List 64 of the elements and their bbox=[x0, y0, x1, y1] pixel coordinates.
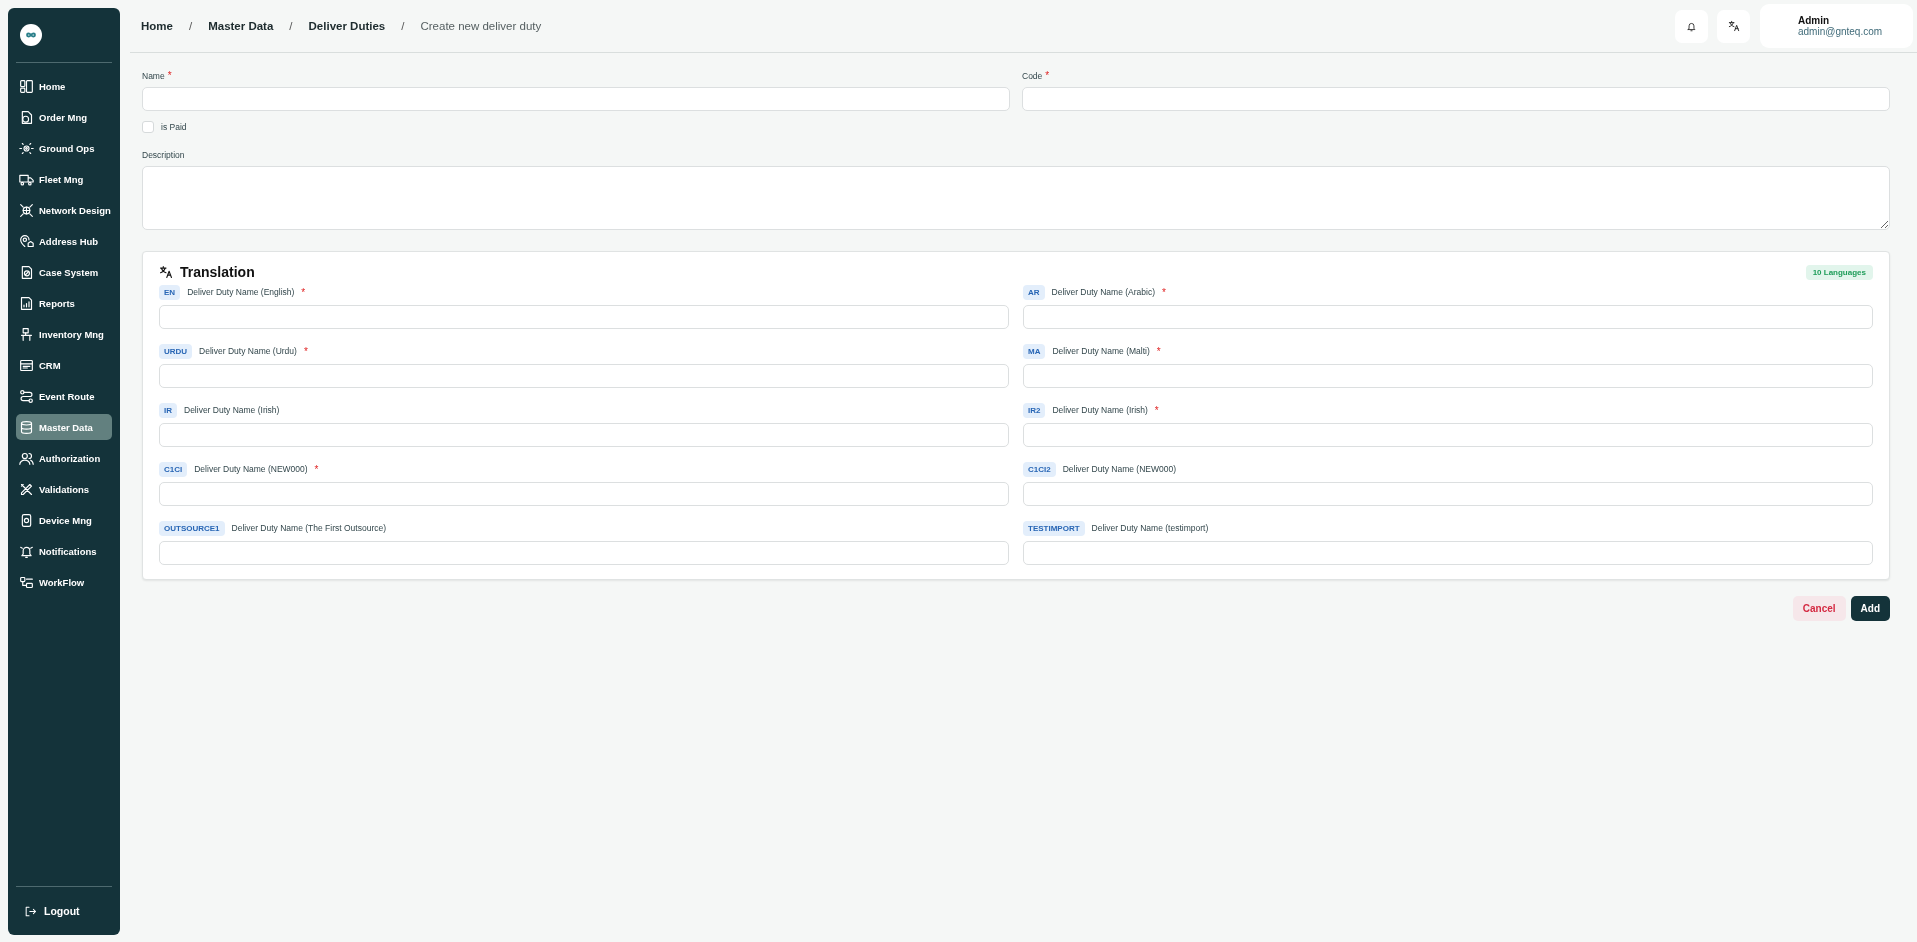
sidebar-item[interactable]: Home bbox=[16, 73, 112, 99]
language-code-tag: C1CI2 bbox=[1023, 461, 1056, 477]
required-mark: * bbox=[303, 345, 308, 357]
field-label: Deliver Duty Name (Irish) bbox=[1052, 405, 1148, 415]
field-label: Deliver Duty Name (The First Outsource) bbox=[231, 523, 386, 533]
field-label: Deliver Duty Name (Urdu) bbox=[199, 346, 297, 356]
sidebar-item[interactable]: Notifications bbox=[16, 538, 112, 564]
breadcrumb-separator: / bbox=[188, 20, 193, 32]
cancel-button[interactable]: Cancel bbox=[1792, 596, 1846, 621]
logout-button[interactable]: Logout bbox=[16, 904, 88, 918]
breadcrumb-link[interactable]: Deliver Duties bbox=[308, 20, 386, 32]
sidebar-item[interactable]: Reports bbox=[16, 290, 112, 316]
required-mark: * bbox=[301, 286, 306, 298]
field-label: Deliver Duty Name (English) bbox=[187, 287, 295, 297]
field-label: Deliver Duty Name (Irish) bbox=[184, 405, 280, 415]
field-label: Deliver Duty Name (Arabic) bbox=[1051, 287, 1155, 297]
user-card[interactable]: Admin admin@gnteq.com bbox=[1760, 4, 1913, 48]
breadcrumb-separator: / bbox=[289, 20, 293, 32]
breadcrumb-current: Create new deliver duty bbox=[420, 20, 542, 32]
sidebar-item[interactable]: Case System bbox=[16, 259, 112, 285]
sidebar-item[interactable]: Validations bbox=[16, 476, 112, 502]
language-code-tag: MA bbox=[1023, 343, 1046, 359]
sidebar-item[interactable]: Ground Ops bbox=[16, 135, 112, 161]
sidebar-item[interactable]: Fleet Mng bbox=[16, 166, 112, 192]
language-code-tag: C1CI bbox=[159, 461, 188, 477]
required-mark: * bbox=[1045, 70, 1050, 81]
sidebar-item[interactable]: Inventory Mng bbox=[16, 321, 112, 347]
sidebar-item[interactable]: Order Mng bbox=[16, 104, 112, 130]
breadcrumb-link[interactable]: Home bbox=[141, 20, 173, 32]
language-code-tag: URDU bbox=[159, 343, 193, 359]
checkbox-label: is Paid bbox=[161, 122, 187, 132]
sidebar-item[interactable]: WorkFlow bbox=[16, 569, 112, 595]
sidebar-item[interactable]: Master Data bbox=[16, 414, 112, 440]
breadcrumb-separator: / bbox=[401, 20, 405, 32]
field-label: Deliver Duty Name (Malti) bbox=[1052, 346, 1150, 356]
sidebar-item[interactable]: Network Design bbox=[16, 197, 112, 223]
language-code-tag: TESTIMPORT bbox=[1023, 520, 1085, 536]
field-label: Deliver Duty Name (testimport) bbox=[1091, 523, 1209, 533]
sidebar-item[interactable]: Authorization bbox=[16, 445, 112, 471]
sidebar-item[interactable]: Device Mng bbox=[16, 507, 112, 533]
required-mark: * bbox=[1156, 345, 1161, 357]
required-mark: * bbox=[167, 70, 172, 81]
field-label: Deliver Duty Name (NEW000) bbox=[1062, 464, 1177, 474]
language-code-tag: IR2 bbox=[1023, 402, 1046, 418]
required-mark: * bbox=[314, 463, 319, 475]
language-code-tag: IR bbox=[159, 402, 177, 418]
field-label: Name bbox=[142, 70, 165, 81]
sidebar-item[interactable]: CRM bbox=[16, 352, 112, 378]
sidebar-item[interactable]: Event Route bbox=[16, 383, 112, 409]
breadcrumb-link[interactable]: Master Data bbox=[208, 20, 274, 32]
user-email: admin@gnteq.com bbox=[1798, 26, 1884, 37]
field-label: Deliver Duty Name (NEW000) bbox=[194, 464, 308, 474]
language-code-tag: OUTSOURCE1 bbox=[159, 520, 225, 536]
field-label: Code bbox=[1022, 70, 1043, 81]
add-button[interactable]: Add bbox=[1850, 596, 1890, 621]
language-code-tag: AR bbox=[1023, 284, 1045, 300]
user-name: Admin bbox=[1798, 15, 1831, 26]
required-mark: * bbox=[1154, 404, 1159, 416]
section-title: Translation bbox=[180, 264, 256, 280]
language-code-tag: EN bbox=[159, 284, 181, 300]
sidebar-item[interactable]: Address Hub bbox=[16, 228, 112, 254]
languages-badge: 10 Languages bbox=[1805, 264, 1873, 280]
field-label: Description bbox=[142, 149, 185, 160]
required-mark: * bbox=[1162, 286, 1166, 298]
